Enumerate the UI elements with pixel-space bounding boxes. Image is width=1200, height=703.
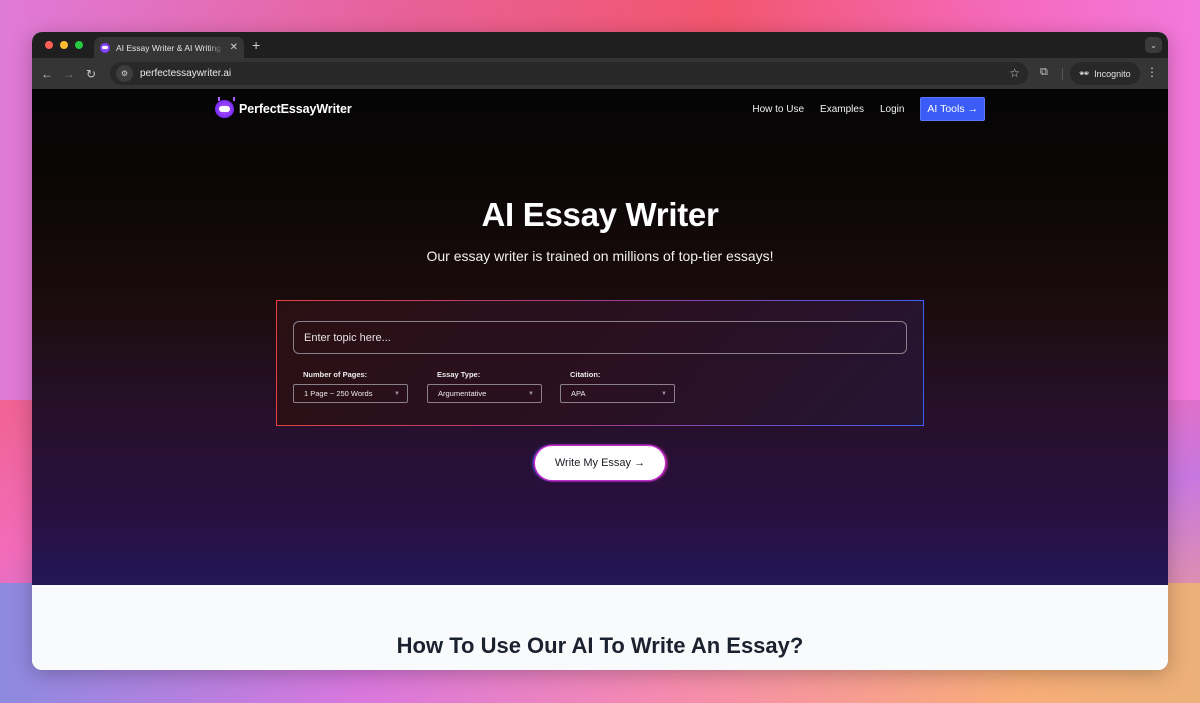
tab-title: AI Essay Writer & AI Writing Tool [116,42,224,53]
caret-down-icon: ▼ [394,390,400,397]
incognito-label: Incognito [1094,68,1131,79]
nav-links: How to Use Examples Login AI Tools → [752,97,985,121]
extensions-puzzle-icon[interactable]: ⧉ [1040,66,1048,79]
essay-type-select[interactable]: Argumentative ▼ [427,384,542,403]
essay-form: Number of Pages: 1 Page ~ 250 Words ▼ Es… [276,300,924,426]
logo-text: PerfectEssayWriter [239,102,352,116]
page-title: AI Essay Writer [481,196,719,233]
web-page: PerfectEssayWriter How to Use Examples L… [32,89,1168,670]
citation-field: Citation: APA ▼ [560,370,675,403]
site-settings-icon[interactable]: ⚙ [116,65,133,82]
toolbar-divider [1062,68,1063,80]
essay-type-value: Argumentative [438,389,487,398]
url-text[interactable]: perfectessaywriter.ai [140,68,231,79]
nav-link-examples[interactable]: Examples [820,104,864,115]
minimize-window-button[interactable] [60,41,68,49]
pages-select[interactable]: 1 Page ~ 250 Words ▼ [293,384,408,403]
window-controls [45,41,83,49]
address-bar[interactable]: ⚙ perfectessaywriter.ai ☆ [110,62,1028,85]
how-to-use-section: How To Use Our AI To Write An Essay? [32,585,1168,670]
caret-down-icon: ▼ [661,390,667,397]
citation-label: Citation: [570,370,601,379]
pages-value: 1 Page ~ 250 Words [304,389,373,398]
citation-select[interactable]: APA ▼ [560,384,675,403]
nav-link-login[interactable]: Login [880,104,904,115]
close-window-button[interactable] [45,41,53,49]
hero-subtitle: Our essay writer is trained on millions … [426,248,774,264]
robot-favicon-icon [100,42,110,53]
incognito-icon: 🕶 [1079,69,1090,78]
citation-value: APA [571,389,586,398]
browser-toolbar: ← → ↻ ⚙ perfectessaywriter.ai ☆ ⧉ 🕶 Inco… [32,58,1168,89]
section-title: How To Use Our AI To Write An Essay? [396,633,804,658]
maximize-window-button[interactable] [75,41,83,49]
reload-icon[interactable]: ↻ [80,67,102,81]
close-tab-icon[interactable]: ✕ [230,42,238,53]
nav-link-how-to-use[interactable]: How to Use [752,104,804,115]
tab-bar: AI Essay Writer & AI Writing Tool ✕ + ⌄ [32,32,1168,58]
essay-type-label: Essay Type: [437,370,481,379]
browser-tab[interactable]: AI Essay Writer & AI Writing Tool ✕ [94,37,244,58]
caret-down-icon: ▼ [528,390,534,397]
write-my-essay-label: Write My Essay → [554,457,646,469]
robot-logo-icon [215,97,235,118]
incognito-badge[interactable]: 🕶 Incognito [1070,62,1140,85]
ai-tools-button[interactable]: AI Tools → [920,97,985,121]
site-navbar: PerfectEssayWriter How to Use Examples L… [32,89,1168,129]
browser-menu-icon[interactable]: ⋮ [1146,65,1158,79]
pages-field: Number of Pages: 1 Page ~ 250 Words ▼ [293,370,408,403]
topic-input[interactable] [293,321,907,354]
bookmark-star-icon[interactable]: ☆ [1009,66,1020,80]
tab-search-dropdown-icon[interactable]: ⌄ [1145,37,1162,53]
browser-window: AI Essay Writer & AI Writing Tool ✕ + ⌄ … [32,32,1168,670]
pages-label: Number of Pages: [303,370,368,379]
hero-section: PerfectEssayWriter How to Use Examples L… [32,89,1168,585]
back-arrow-icon[interactable]: ← [36,67,58,81]
write-my-essay-button[interactable]: Write My Essay → [535,446,665,480]
forward-arrow-icon[interactable]: → [58,67,80,81]
essay-type-field: Essay Type: Argumentative ▼ [427,370,542,403]
site-logo[interactable]: PerfectEssayWriter [215,97,352,118]
new-tab-icon[interactable]: + [252,37,260,53]
